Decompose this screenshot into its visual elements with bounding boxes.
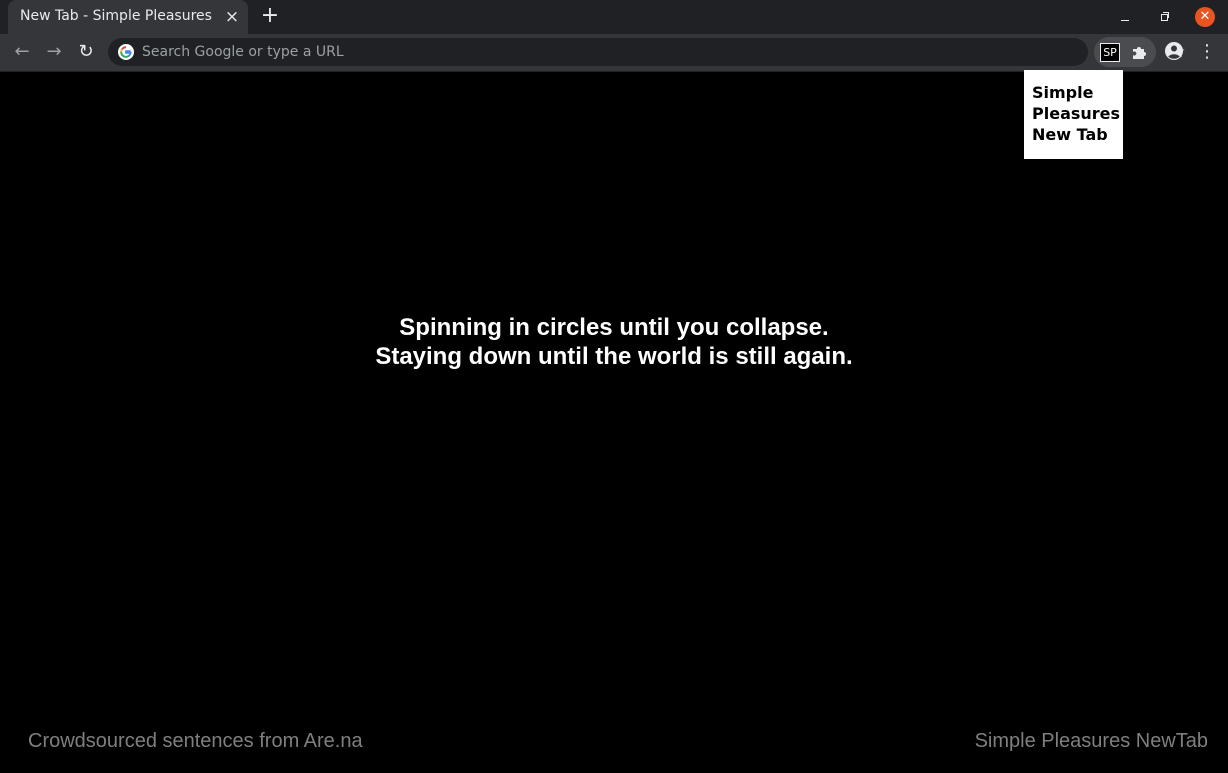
popup-title: Simple Pleasures New Tab [1032,83,1121,144]
puzzle-icon[interactable] [1130,43,1150,61]
simple-pleasures-link[interactable]: Simple Pleasures NewTab [975,730,1208,753]
close-icon[interactable]: × [224,7,240,27]
quote-text: Spinning in circles until you collapse. … [375,314,853,370]
reload-icon[interactable]: ↻ [74,40,98,64]
omnibox[interactable]: ☆ [108,38,1186,66]
account-circle-icon[interactable] [1164,41,1184,61]
extension-sp-button[interactable]: SP [1100,43,1120,62]
are-na-link[interactable]: Crowdsourced sentences from Are.na [28,730,363,753]
browser-window: New Tab - Simple Pleasures × + ✕ ← → ↻ ☆… [0,0,1228,773]
minimize-icon[interactable] [1115,7,1135,27]
more-vert-icon[interactable]: ⋮ [1198,40,1216,64]
omnibox-input[interactable] [142,42,1042,62]
extension-popup: Simple Pleasures New Tab [1024,70,1123,159]
arrow-left-icon[interactable]: ← [10,40,34,64]
toolbar: ← → ↻ ☆ SP ⋮ [0,34,1228,72]
restore-icon[interactable] [1155,7,1175,27]
google-icon [118,44,134,60]
tab-strip: New Tab - Simple Pleasures × + ✕ [0,0,1228,34]
window-close-icon[interactable]: ✕ [1195,7,1215,27]
tab-title: New Tab - Simple Pleasures [20,8,212,24]
extension-area: SP [1094,37,1156,67]
plus-icon[interactable]: + [258,5,282,29]
arrow-right-icon[interactable]: → [42,40,66,64]
tab-active[interactable]: New Tab - Simple Pleasures × [8,0,248,34]
